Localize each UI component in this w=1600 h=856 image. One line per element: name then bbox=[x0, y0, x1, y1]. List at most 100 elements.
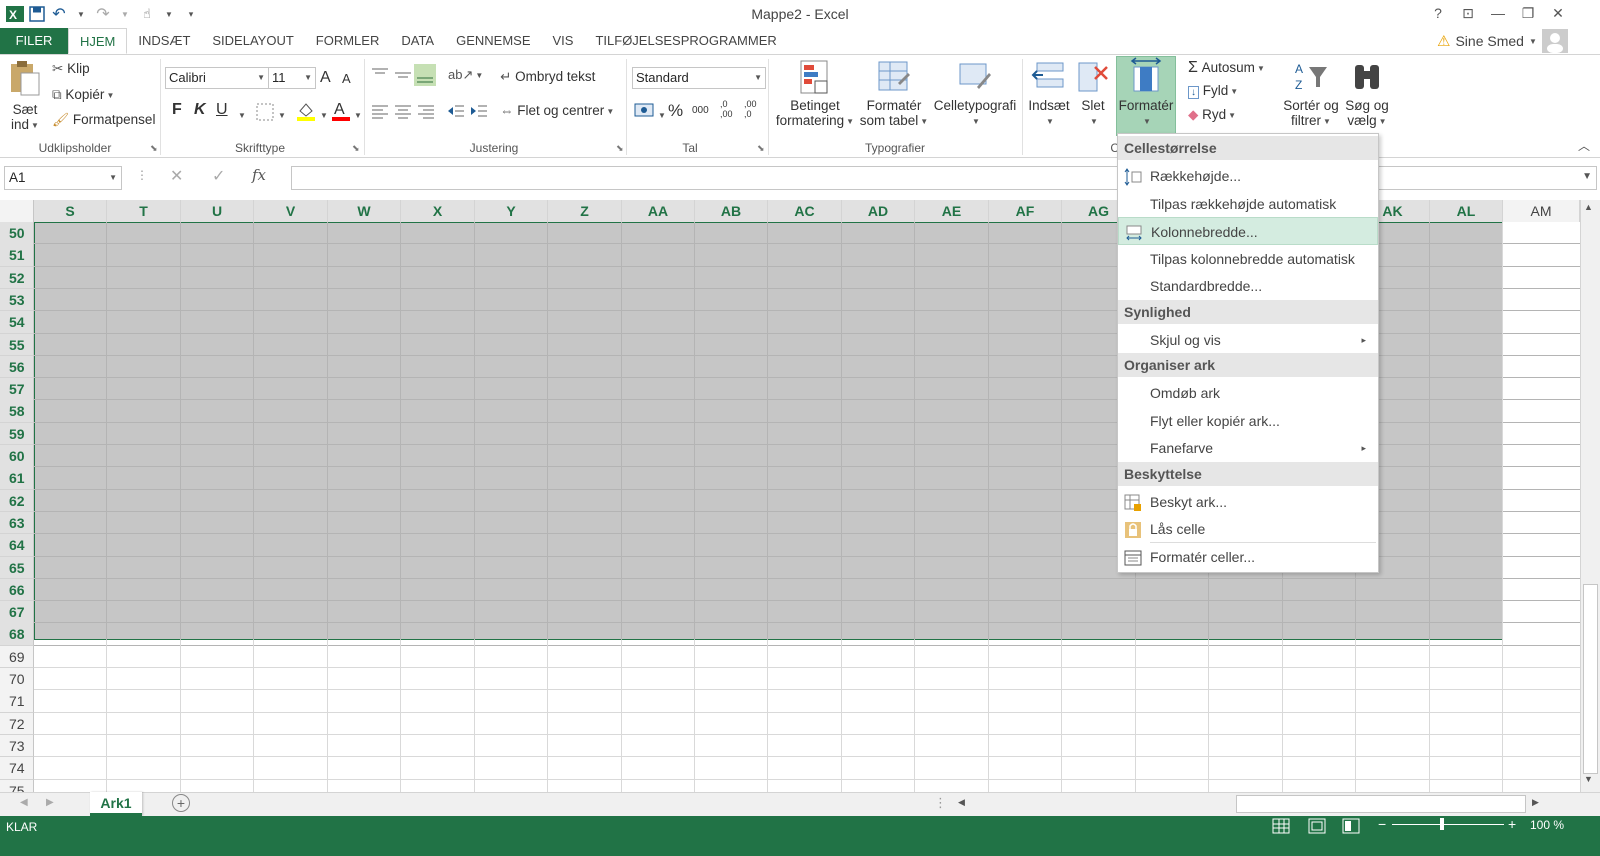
underline-button[interactable]: U bbox=[216, 101, 228, 119]
tab-hjem[interactable]: HJEM bbox=[68, 28, 128, 54]
menu-item[interactable]: Tilpas kolonnebredde automatisk bbox=[1118, 245, 1378, 273]
collapse-ribbon-icon[interactable]: ︿ bbox=[1578, 137, 1590, 154]
tab-filer[interactable]: FILER bbox=[0, 28, 68, 54]
cancel-entry-icon[interactable]: ✕ bbox=[170, 166, 183, 186]
decrease-decimal-button[interactable]: ,00 ,0 bbox=[744, 99, 764, 119]
clear-button[interactable]: ◆ Ryd ▼ bbox=[1188, 107, 1236, 123]
vertical-scroll-thumb[interactable] bbox=[1583, 584, 1598, 774]
insert-cells-button[interactable]: Indsæt ▼ bbox=[1026, 59, 1072, 128]
ribbon-display-options-icon[interactable]: ⊡ bbox=[1454, 2, 1482, 24]
row-header[interactable]: 74 bbox=[0, 757, 34, 780]
page-layout-view-icon[interactable] bbox=[1308, 818, 1326, 837]
tab-data[interactable]: DATA bbox=[390, 28, 445, 54]
menu-item[interactable]: Lås celle bbox=[1118, 515, 1378, 543]
autosum-button[interactable]: Σ Autosum ▼ bbox=[1188, 59, 1265, 77]
close-button[interactable]: ✕ bbox=[1544, 2, 1572, 24]
row-header[interactable]: 61 bbox=[0, 467, 34, 490]
align-right-icon[interactable] bbox=[416, 103, 436, 122]
row-header[interactable]: 68 bbox=[0, 623, 34, 646]
menu-item[interactable]: Tilpas rækkehøjde automatisk bbox=[1118, 190, 1378, 218]
minimize-button[interactable]: — bbox=[1484, 2, 1512, 24]
menu-item[interactable]: Fanefarve ▸ bbox=[1118, 434, 1378, 462]
row-header[interactable]: 54 bbox=[0, 311, 34, 334]
fill-color-icon[interactable] bbox=[295, 99, 317, 124]
borders-icon[interactable] bbox=[256, 103, 274, 124]
column-header[interactable]: AF bbox=[989, 200, 1062, 222]
font-size-combo[interactable]: 11 ▼ bbox=[268, 67, 316, 89]
column-header[interactable]: AD bbox=[842, 200, 915, 222]
zoom-in-icon[interactable]: + bbox=[1508, 816, 1516, 832]
delete-cells-button[interactable]: Slet ▼ bbox=[1074, 59, 1112, 128]
bold-button[interactable]: F bbox=[172, 101, 182, 119]
row-header[interactable]: 58 bbox=[0, 400, 34, 423]
increase-decimal-button[interactable]: ,0 ,00 bbox=[720, 99, 740, 119]
cell-styles-button[interactable]: Celletypografi ▼ bbox=[932, 59, 1018, 128]
tab-split-grip-icon[interactable]: ⋮ bbox=[934, 795, 947, 811]
underline-dropdown-icon[interactable]: ▼ bbox=[236, 107, 246, 122]
help-button[interactable]: ? bbox=[1424, 2, 1452, 24]
merge-center-button[interactable]: ⇔ Flet og centrer ▼ bbox=[500, 103, 614, 118]
page-break-view-icon[interactable] bbox=[1342, 818, 1360, 837]
row-header[interactable]: 69 bbox=[0, 645, 34, 669]
row-header[interactable]: 65 bbox=[0, 556, 34, 579]
format-cells-button[interactable]: Formatér ▼ bbox=[1116, 56, 1176, 136]
column-header[interactable]: V bbox=[254, 200, 328, 222]
row-header[interactable]: 60 bbox=[0, 445, 34, 468]
align-left-icon[interactable] bbox=[370, 103, 390, 122]
cut-button[interactable]: ✂ Klip bbox=[52, 61, 90, 77]
row-header[interactable]: 51 bbox=[0, 244, 34, 267]
wrap-text-button[interactable]: ↵ Ombryd tekst bbox=[500, 69, 595, 85]
number-launcher-icon[interactable]: ⬊ bbox=[757, 143, 765, 154]
italic-button[interactable]: K bbox=[194, 101, 206, 119]
find-select-button[interactable]: Søg og vælg ▼ bbox=[1342, 59, 1392, 128]
percent-button[interactable]: % bbox=[668, 101, 683, 121]
conditional-formatting-button[interactable]: Betinget formatering ▼ bbox=[774, 59, 856, 128]
row-header[interactable]: 55 bbox=[0, 333, 34, 356]
column-header[interactable]: Z bbox=[548, 200, 622, 222]
column-header[interactable]: AE bbox=[915, 200, 989, 222]
row-header[interactable]: 67 bbox=[0, 601, 34, 624]
font-launcher-icon[interactable]: ⬊ bbox=[352, 143, 360, 154]
row-header[interactable]: 52 bbox=[0, 266, 34, 290]
column-header[interactable]: AM bbox=[1503, 200, 1580, 222]
menu-item[interactable]: Standardbredde... bbox=[1118, 272, 1378, 300]
select-all-corner[interactable] bbox=[0, 200, 34, 222]
column-header[interactable]: U bbox=[181, 200, 254, 222]
zoom-slider-track[interactable] bbox=[1392, 824, 1504, 825]
row-header[interactable]: 66 bbox=[0, 578, 34, 602]
row-header[interactable]: 73 bbox=[0, 734, 34, 758]
scroll-right-icon[interactable]: ▶ bbox=[1532, 797, 1539, 808]
alignment-launcher-icon[interactable]: ⬊ bbox=[616, 143, 624, 154]
scroll-down-icon[interactable]: ▼ bbox=[1584, 774, 1593, 784]
next-sheet-icon[interactable]: ▶ bbox=[46, 797, 54, 808]
align-bottom-icon[interactable] bbox=[414, 64, 436, 86]
align-middle-icon[interactable] bbox=[393, 67, 413, 84]
zoom-level[interactable]: 100 % bbox=[1530, 818, 1564, 832]
row-header[interactable]: 70 bbox=[0, 668, 34, 691]
row-header[interactable]: 50 bbox=[0, 222, 34, 245]
thousands-button[interactable]: 000 bbox=[692, 105, 709, 116]
normal-view-icon[interactable] bbox=[1272, 818, 1290, 837]
borders-dropdown-icon[interactable]: ▼ bbox=[276, 107, 286, 122]
zoom-out-icon[interactable]: − bbox=[1378, 816, 1386, 832]
row-header[interactable]: 59 bbox=[0, 422, 34, 446]
tab-gennemse[interactable]: GENNEMSE bbox=[445, 28, 541, 54]
row-header[interactable]: 57 bbox=[0, 378, 34, 401]
scroll-up-icon[interactable]: ▲ bbox=[1584, 202, 1593, 212]
new-sheet-icon[interactable]: + bbox=[172, 794, 190, 812]
copy-button[interactable]: ⧉ Kopiér ▼ bbox=[52, 87, 114, 103]
prev-sheet-icon[interactable]: ◀ bbox=[20, 797, 28, 808]
increase-indent-icon[interactable] bbox=[469, 103, 489, 122]
grow-font-button[interactable]: A bbox=[320, 69, 331, 87]
column-header[interactable]: T bbox=[107, 200, 181, 222]
menu-item[interactable]: Kolonnebredde... bbox=[1118, 217, 1378, 245]
row-header[interactable]: 72 bbox=[0, 712, 34, 736]
align-center-icon[interactable] bbox=[393, 103, 413, 122]
number-format-combo[interactable]: Standard ▼ bbox=[632, 67, 766, 89]
font-name-combo[interactable]: Calibri ▼ bbox=[165, 67, 269, 89]
scroll-left-icon[interactable]: ◀ bbox=[958, 797, 965, 808]
horizontal-scroll-thumb[interactable] bbox=[1236, 795, 1526, 813]
menu-item[interactable]: Omdøb ark bbox=[1118, 379, 1378, 407]
tab-vis[interactable]: VIS bbox=[542, 28, 585, 54]
enter-entry-icon[interactable]: ✓ bbox=[212, 166, 225, 186]
